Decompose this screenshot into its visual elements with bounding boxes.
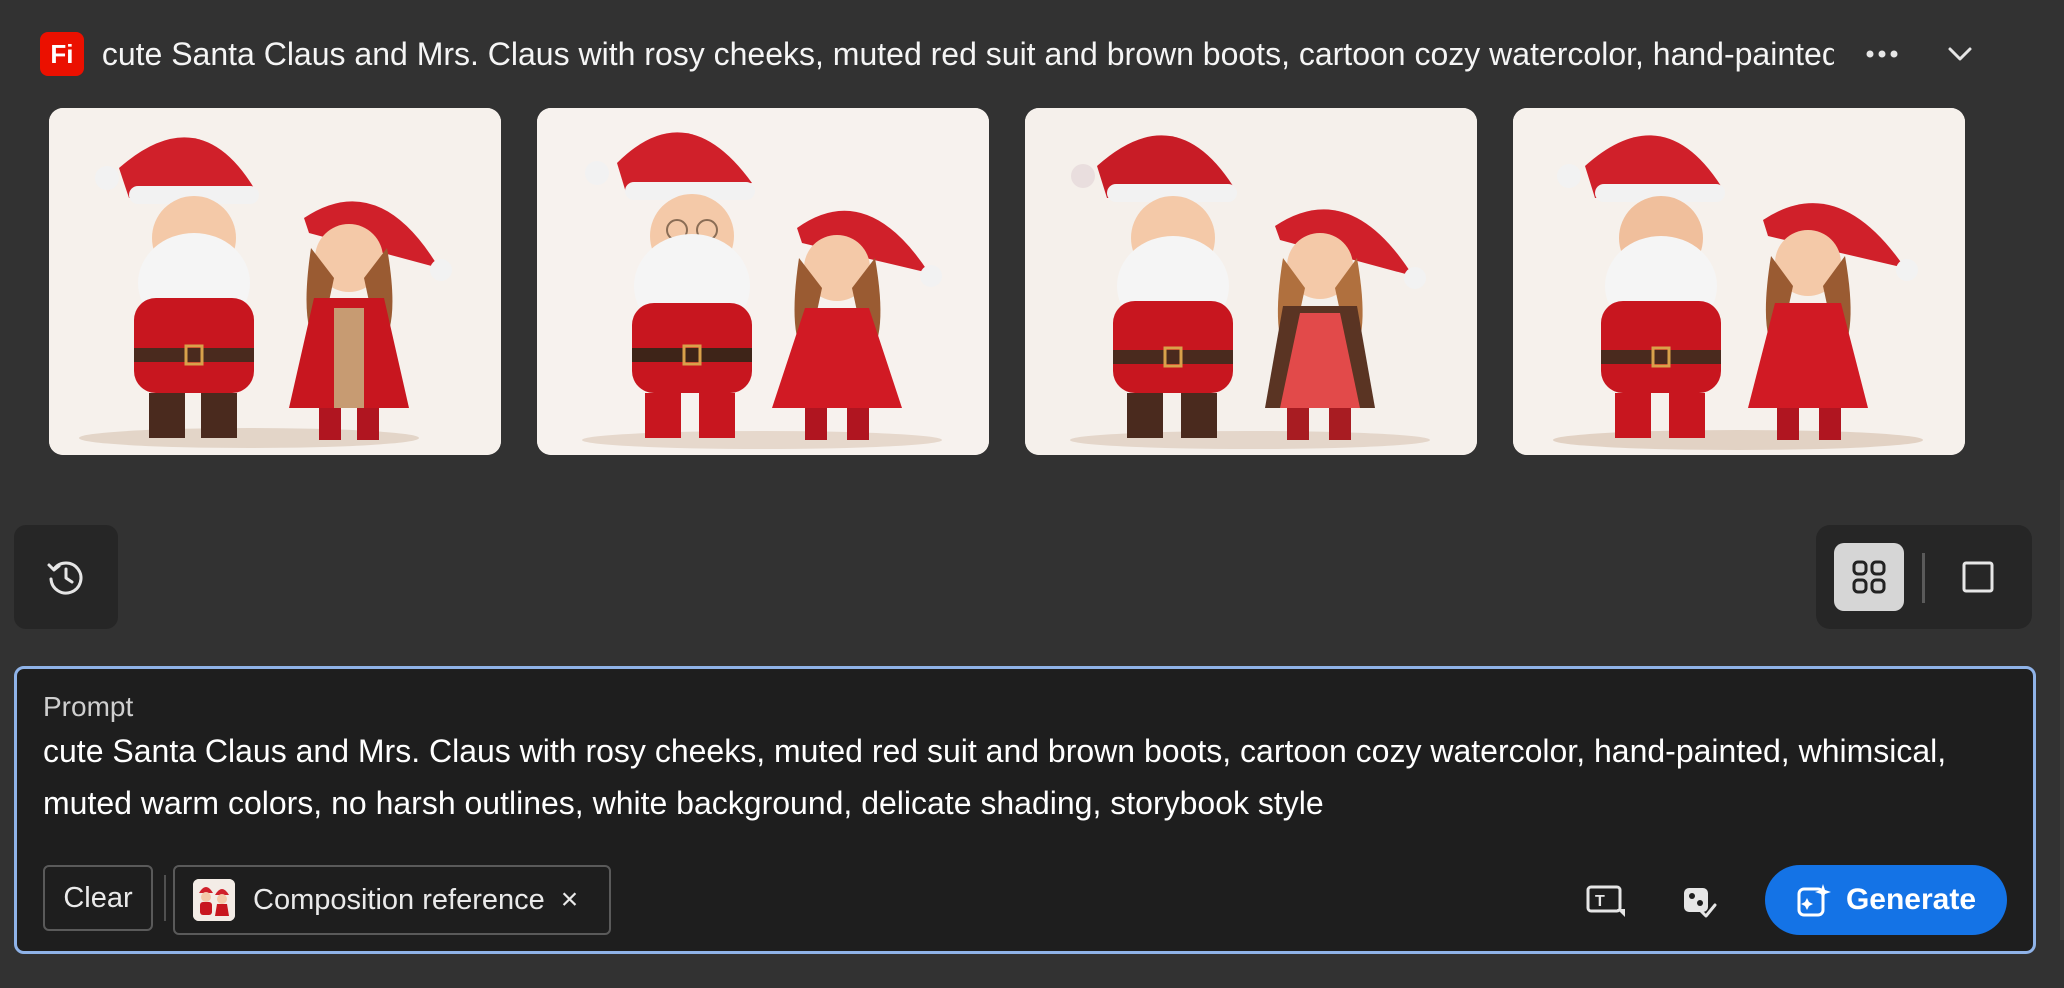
prompt-input[interactable]: cute Santa Claus and Mrs. Claus with ros… <box>43 725 2003 829</box>
santa-mrs-claus-illustration <box>537 108 989 455</box>
chip-label: Composition reference <box>253 883 545 916</box>
santa-mrs-claus-illustration <box>1513 108 1965 455</box>
santa-mrs-claus-illustration <box>1025 108 1477 455</box>
toolbar-divider <box>164 875 166 921</box>
layout-toggle <box>1816 525 2032 629</box>
image-gallery <box>49 108 1965 455</box>
generated-image-3[interactable] <box>1025 108 1477 455</box>
generate-label: Generate <box>1845 883 1977 916</box>
grid-view-button[interactable] <box>1834 543 1904 611</box>
generate-button[interactable]: Generate <box>1765 865 2007 935</box>
single-view-button[interactable] <box>1956 555 2000 599</box>
reference-thumbnail <box>193 879 235 921</box>
prompt-panel: Prompt cute Santa Claus and Mrs. Claus w… <box>14 666 2036 954</box>
santa-mrs-claus-illustration <box>49 108 501 455</box>
text-effects-button[interactable]: T <box>1583 879 1631 923</box>
text-sparkle-icon: T <box>1586 885 1625 917</box>
generate-sparkle-icon <box>1797 884 1831 917</box>
remove-reference-button[interactable]: × <box>561 883 579 917</box>
square-icon <box>1962 561 1994 593</box>
style-effects-button[interactable] <box>1675 879 1723 923</box>
page-scrollbar[interactable] <box>2060 480 2064 940</box>
prompt-label: Prompt <box>43 691 134 722</box>
generated-image-1[interactable] <box>49 108 501 455</box>
chevron-down-icon <box>1948 47 1972 61</box>
generated-image-2[interactable] <box>537 108 989 455</box>
clear-button[interactable]: Clear <box>43 865 153 931</box>
composition-reference-chip[interactable]: Composition reference × <box>173 865 611 935</box>
layout-divider <box>1922 553 1925 603</box>
header: Fi cute Santa Claus and Mrs. Claus with … <box>40 30 1980 78</box>
more-options-button[interactable] <box>1862 34 1902 74</box>
prompt-title: cute Santa Claus and Mrs. Claus with ros… <box>101 35 1835 72</box>
svg-text:T: T <box>1595 893 1605 910</box>
ellipsis-icon <box>1866 50 1898 58</box>
collapse-button[interactable] <box>1940 34 1980 74</box>
grid-icon <box>1852 560 1886 594</box>
generated-image-4[interactable] <box>1513 108 1965 455</box>
history-icon <box>47 561 83 595</box>
app-logo: Fi <box>40 32 84 76</box>
style-check-icon <box>1684 888 1717 918</box>
history-button[interactable] <box>14 525 118 629</box>
